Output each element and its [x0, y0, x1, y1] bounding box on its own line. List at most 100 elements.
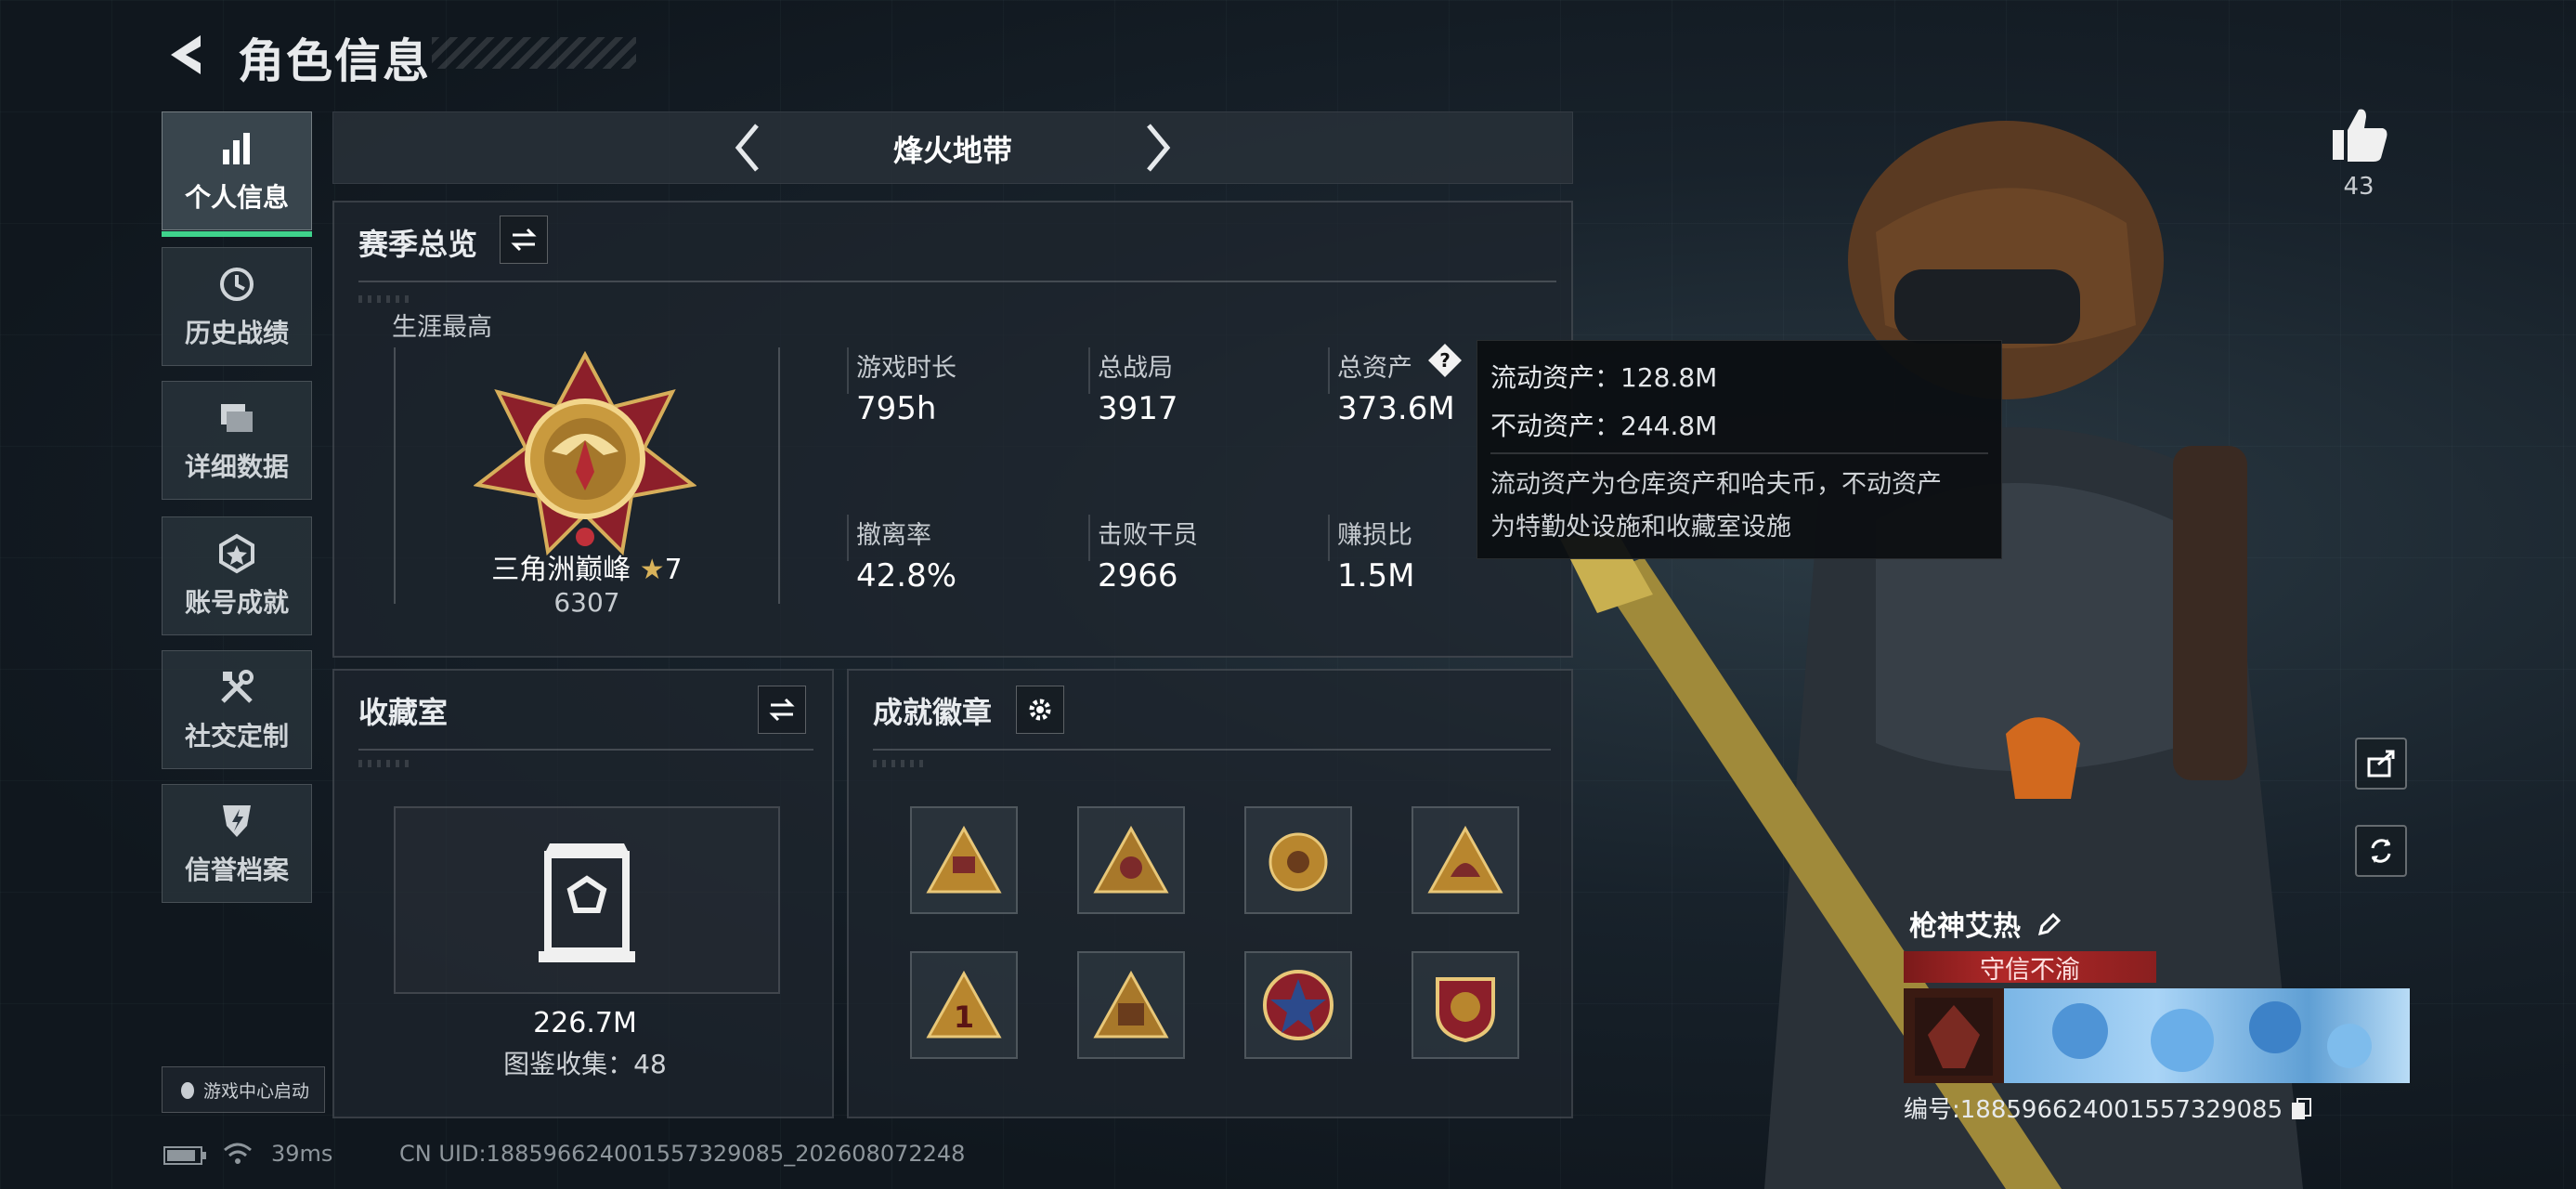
- swap-icon[interactable]: [758, 686, 806, 734]
- player-name-row: 枪神艾热: [1909, 903, 2062, 944]
- career-best-label: 生涯最高: [392, 313, 492, 342]
- stat-label: 撤离率: [856, 521, 931, 550]
- achievement-title: 成就徽章: [873, 695, 993, 730]
- wifi-icon: [224, 1143, 252, 1164]
- game-center-button[interactable]: 游戏中心启动: [162, 1066, 325, 1113]
- collection-value: 226.7M: [533, 1007, 637, 1039]
- mode-selector: 烽火地带: [332, 111, 1573, 184]
- penguin-icon: [180, 1082, 194, 1099]
- stat-divider: [1088, 515, 1090, 561]
- stat-divider: [847, 515, 849, 561]
- achievement-badge[interactable]: [1077, 951, 1185, 1059]
- tooltip-desc-1: 流动资产为仓库资产和哈夫币，不动资产: [1490, 470, 1942, 499]
- avatar: [1915, 998, 1993, 1076]
- rank-score: 6307: [553, 587, 620, 618]
- divider: [873, 749, 1551, 751]
- sidebar-item-label: 账号成就: [184, 587, 289, 618]
- title-decoration: [432, 37, 636, 69]
- tooltip-desc-2: 为特勤处设施和收藏室设施: [1490, 513, 1791, 542]
- svg-text:1: 1: [954, 1000, 974, 1035]
- achievement-icon: [219, 533, 254, 574]
- stat-value: 1.5M: [1337, 557, 1415, 594]
- stat-label: 赚损比: [1337, 521, 1412, 550]
- chevron-right-icon[interactable]: [1139, 120, 1177, 176]
- sidebar-item-details[interactable]: 详细数据: [162, 381, 312, 500]
- stat-label: 总资产: [1337, 354, 1412, 383]
- sidebar-item-label: 社交定制: [184, 721, 289, 751]
- history-icon: [220, 268, 254, 301]
- sidebar-item-credit[interactable]: 信誉档案: [162, 784, 312, 903]
- stat-divider: [847, 347, 849, 394]
- copy-icon[interactable]: [2290, 1097, 2312, 1121]
- page-title: 角色信息: [238, 34, 431, 88]
- refresh-icon[interactable]: [2355, 825, 2407, 877]
- sidebar-item-history[interactable]: 历史战绩: [162, 247, 312, 366]
- tooltip-divider: [1490, 452, 1988, 454]
- player-id-text: 编号:188596624001557329085: [1904, 1096, 2283, 1124]
- stat-divider: [1088, 347, 1090, 394]
- rank-medal-icon: [474, 351, 696, 556]
- player-name: 枪神艾热: [1909, 910, 2021, 943]
- shield-icon: [223, 805, 251, 837]
- achievement-badge[interactable]: [1077, 806, 1185, 914]
- collection-title: 收藏室: [358, 695, 449, 730]
- svg-text:?: ?: [1439, 349, 1451, 372]
- share-icon[interactable]: [2355, 738, 2407, 790]
- back-arrow-icon[interactable]: [163, 32, 208, 78]
- thumbs-up-icon[interactable]: [2329, 104, 2390, 165]
- sidebar-item-label: 详细数据: [184, 451, 289, 482]
- stat-value: 2966: [1098, 557, 1178, 594]
- stat-value: 42.8%: [856, 557, 957, 594]
- tools-icon: [221, 670, 254, 703]
- edit-pencil-icon[interactable]: [2035, 911, 2062, 939]
- like-count: 43: [2343, 173, 2374, 201]
- cn-uid: CN UID:188596624001557329085_20260807224…: [399, 1141, 966, 1167]
- achievement-panel: 成就徽章 1: [847, 669, 1573, 1118]
- season-overview-panel: 赛季总览 生涯最高 三角洲巅峰 ★7 6307 游戏时长 795h 总战局 39…: [332, 201, 1573, 658]
- help-icon[interactable]: ?: [1426, 342, 1464, 379]
- ping: 39ms: [271, 1141, 333, 1167]
- achievement-badge[interactable]: [910, 806, 1018, 914]
- divider: [358, 749, 813, 751]
- asset-tooltip: 流动资产：128.8M 不动资产：244.8M 流动资产为仓库资产和哈夫币，不动…: [1477, 340, 2002, 559]
- swap-icon[interactable]: [500, 216, 548, 264]
- rank-stars: 7: [664, 554, 683, 586]
- honor-label: 守信不渝: [1980, 955, 2080, 985]
- tooltip-fixed: 不动资产：244.8M: [1490, 411, 1718, 441]
- honor-title: 守信不渝: [1904, 951, 2156, 985]
- files-icon: [221, 404, 253, 432]
- sidebar-item-label: 信誉档案: [184, 855, 289, 885]
- decor-ticks: [873, 760, 929, 767]
- stat-value: 373.6M: [1337, 390, 1455, 427]
- player-id: 编号:188596624001557329085: [1904, 1091, 2312, 1125]
- sidebar-item-personal-info[interactable]: 个人信息: [162, 111, 312, 237]
- rank-name-row: 三角洲巅峰 ★7: [394, 546, 780, 587]
- bar-chart-icon: [223, 133, 250, 164]
- sidebar-item-achievements[interactable]: 账号成就: [162, 516, 312, 635]
- achievement-badge[interactable]: [1244, 951, 1352, 1059]
- achievement-badge[interactable]: [1244, 806, 1352, 914]
- stat-value: 795h: [856, 390, 937, 427]
- collection-count: 图鉴收集：48: [503, 1049, 667, 1079]
- collection-display[interactable]: [394, 806, 780, 994]
- stat-label: 击败干员: [1098, 521, 1198, 550]
- settings-gear-icon[interactable]: [1016, 686, 1064, 734]
- decor-ticks: [358, 295, 414, 303]
- sidebar-item-label: 历史战绩: [184, 318, 289, 348]
- mode-title: 烽火地带: [892, 133, 1012, 168]
- achievement-badge[interactable]: 1: [910, 951, 1018, 1059]
- stat-divider: [1328, 347, 1330, 394]
- stat-value: 3917: [1098, 390, 1178, 427]
- sidebar-item-social[interactable]: 社交定制: [162, 650, 312, 769]
- stat-label: 游戏时长: [856, 354, 956, 383]
- rank-name: 三角洲巅峰: [491, 554, 631, 586]
- star-icon: ★: [639, 554, 665, 586]
- stat-divider: [1328, 515, 1330, 561]
- player-card: 枪神艾热 守信不渝 编号:188596624001557329085: [1904, 899, 2410, 1125]
- battery-icon: [163, 1146, 206, 1165]
- sidebar-item-label: 个人信息: [184, 182, 289, 213]
- tooltip-liquid: 流动资产：128.8M: [1490, 362, 1718, 393]
- profile-banner[interactable]: [1904, 988, 2410, 1083]
- game-center-label: 游戏中心启动: [202, 1080, 309, 1102]
- collection-panel: 收藏室 226.7M 图鉴收集：48: [332, 669, 834, 1118]
